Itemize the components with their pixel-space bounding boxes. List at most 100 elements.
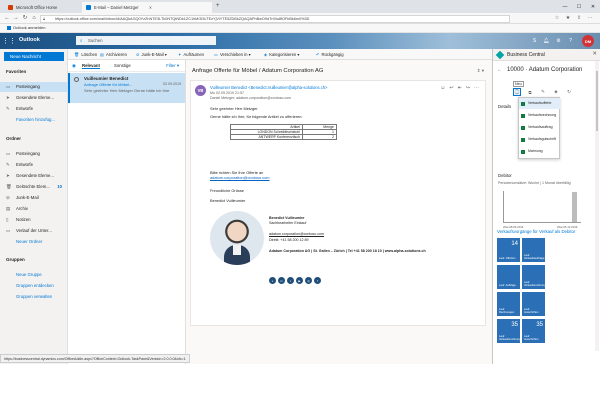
archive-button[interactable]: ▤ Archivieren [100,49,127,60]
manage-groups-link[interactable]: Gruppen verwalten [0,292,68,302]
refresh-icon[interactable]: ↻ [565,88,573,96]
activity-tile[interactable]: Lauf. Verkaufsaufträge [522,238,545,262]
close-icon[interactable]: ✕ [592,51,597,57]
twitter-icon[interactable]: t [287,277,294,284]
tab-mail[interactable]: E-Mail – Daniel Metzger ✕ [82,2,212,13]
help-icon[interactable]: ? [567,37,574,44]
youtube-icon[interactable]: ▶ [296,277,303,284]
facebook-icon[interactable]: f [314,277,321,284]
activity-tile[interactable]: Lauf. Gutschriften [522,292,545,316]
back-icon[interactable]: ← [497,67,502,73]
categorize-button[interactable]: ◈ Kategorisieren ▾ [264,49,300,60]
sweep-button[interactable]: ✦ Aufräumen [178,49,204,60]
more-icon[interactable]: ⋯ [586,14,594,22]
folder-item[interactable]: ✎ Entwürfe [0,104,68,114]
junk-button[interactable]: ⊘ Junk-E-Mail ▾ [136,49,167,60]
reply-all-icon[interactable]: ↞ [458,85,462,91]
new-folder-link[interactable]: Neuer Ordner [0,237,68,247]
signature-email[interactable]: adatum.corporation@contoso.com [269,232,324,236]
zoom-icon[interactable]: ⇕ ▾ [477,68,484,74]
menu-item[interactable]: Verkaufsofferte [519,98,560,109]
list-item[interactable]: Vuilleumier Benedict Anfrage Offerte für… [68,73,185,103]
bc-scrollbar[interactable] [595,61,599,351]
folder-item[interactable]: ✎ Entwürfe [0,160,68,170]
activity-tile[interactable]: Lauf. Aufträge [497,265,520,289]
web-icon[interactable]: ◎ [305,277,312,284]
folder-item[interactable]: ➤ Gesendete Eleme... [0,93,68,103]
activity-tile[interactable]: 35 Lauf. Verkaufsrechnungen [497,319,524,343]
search-input[interactable]: ⌕ Suchen [76,36,216,45]
new-group-link[interactable]: Neue Gruppe [0,270,68,280]
app-launcher-icon[interactable]: ⋮⋮ [2,36,16,46]
close-tab-icon[interactable]: ✕ [149,5,153,10]
new-document-icon[interactable]: 🗋︎ [513,88,521,96]
tab-office-home[interactable]: Microsoft Office Home [4,2,80,13]
folder-item[interactable]: ▯ Notizen [0,215,68,225]
linkedin-icon[interactable]: in [278,277,285,284]
filter-button[interactable]: Filter ▾ [166,63,179,69]
activity-tile[interactable]: Lauf. Verkaufsrechnungen [522,265,549,289]
select-all-icon[interactable]: ◉ [72,63,76,69]
delete-button[interactable]: 🗑︎ Löschen [74,49,97,60]
debitor-section[interactable]: Debitor [498,173,512,178]
move-to-button[interactable]: ▭ Verschieben in ▾ [214,49,251,60]
folder-item[interactable]: ⊘ Junk-E-Mail [0,193,68,203]
folder-item[interactable]: ▤ Archiv [0,204,68,214]
folder-item[interactable]: ➤ Gesendete Eleme... [0,171,68,181]
folder-item[interactable]: ▭ Posteingang [0,149,68,159]
folder-item[interactable]: ▭ Verlauf der Unter... [0,226,68,236]
reply-icon[interactable]: ↩ [449,85,453,91]
forward-icon[interactable]: ↪ [466,85,470,91]
activity-tile[interactable]: 14 Lauf. Offerten [497,238,520,262]
favorites-header[interactable]: Favoriten [6,69,26,74]
url-field[interactable]: https://outlook.office.com/mail/inbox/id… [40,14,510,23]
emoji-icon[interactable]: ☺ [440,85,445,91]
groups-header[interactable]: Gruppen [6,257,25,262]
tab-focused[interactable]: Relevant [82,63,100,69]
bell-icon[interactable]: 🔔︎ [543,37,550,44]
folder-item[interactable]: ▭ Posteingang [0,82,68,92]
details-section[interactable]: Details [498,104,511,109]
app-title[interactable]: Outlook [19,37,40,43]
address-bar: ← → ↻ ⌂ https://outlook.office.com/mail/… [0,13,600,24]
share-icon[interactable]: ⇪ [575,14,583,22]
home-icon[interactable]: ⌂ [30,14,38,22]
activity-tile[interactable]: Lauf. Rechnungen [497,292,520,316]
more-icon[interactable]: ⋯ [474,85,479,91]
tag-icon[interactable]: ◈ [552,88,560,96]
sender-avatar[interactable]: VB [195,85,206,96]
favorite-link[interactable]: Outlook anmelden [13,25,45,30]
favorites-icon[interactable]: ★ [564,14,572,22]
menu-item[interactable]: Verkaufsauftrag [519,122,560,133]
add-favorite-link[interactable]: Favoriten hinzufüg... [0,115,68,125]
new-tab-icon[interactable]: + [216,3,220,9]
folder-item[interactable]: 🗑︎ Gelöschte Elem... 10 [0,182,68,192]
tab-other[interactable]: Sonstige [114,63,131,68]
minimize-icon[interactable]: — [558,0,572,13]
menu-item[interactable]: Mahnung [519,146,560,157]
discover-groups-link[interactable]: Gruppen entdecken [0,281,68,291]
undo-button[interactable]: ↶ Rückgängig [316,49,344,60]
maximize-icon[interactable]: ☐ [572,0,586,13]
star-icon[interactable]: ☆ [553,14,561,22]
new-message-button[interactable]: Neue Nachricht [4,52,64,61]
copy-icon[interactable]: ⧉ [526,88,534,96]
back-icon[interactable]: ← [3,14,11,22]
edit-icon[interactable]: ✎ [539,88,547,96]
message-from[interactable]: Vuilleumier Benedict <Benedict.Vuilleumi… [210,85,327,90]
select-checkbox[interactable] [74,77,79,82]
close-window-icon[interactable]: ✕ [586,0,600,13]
refresh-icon[interactable]: ↻ [21,14,29,22]
email-link[interactable]: adatum.corporation@contoso.com [210,175,270,180]
gear-icon[interactable]: ⚙ [555,37,562,44]
activity-tile[interactable]: 35 Lauf. Gutschriften [522,319,545,343]
forward-icon[interactable]: → [12,14,20,22]
folders-header[interactable]: Ordner [6,136,21,141]
avatar[interactable]: DM [582,35,594,47]
menu-item[interactable]: Verkaufsrechnung [519,110,560,121]
skype-icon[interactable]: S [531,37,538,44]
menu-item[interactable]: Verkaufsgutschrift [519,134,560,145]
xing-icon[interactable]: x [269,277,276,284]
document-icon [521,113,525,118]
scrollbar-thumb[interactable] [596,71,598,131]
